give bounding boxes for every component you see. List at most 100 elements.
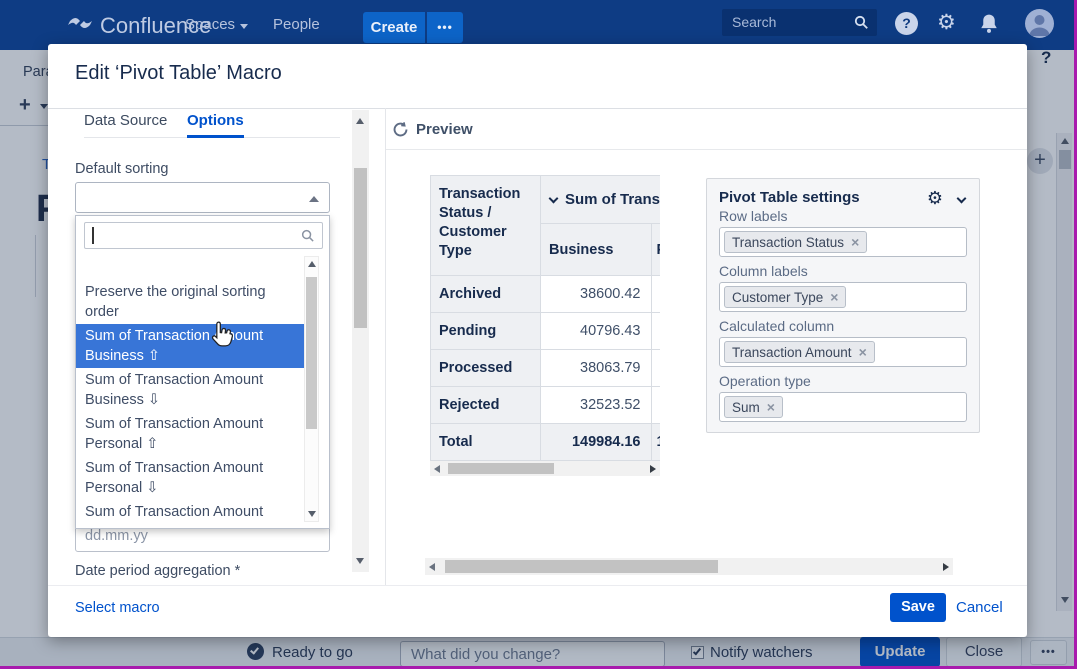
column-labels-field[interactable]: Customer Type bbox=[719, 282, 967, 312]
cell-value: 38600.42 bbox=[541, 276, 652, 313]
dropdown-scrollbar[interactable] bbox=[304, 256, 319, 522]
table-horizontal-scrollbar[interactable] bbox=[430, 461, 660, 476]
column-header-business: Business bbox=[541, 224, 652, 276]
collapse-icon bbox=[309, 196, 319, 202]
nav-spaces[interactable]: Spaces bbox=[185, 16, 248, 33]
search-icon[interactable] bbox=[854, 15, 869, 35]
row-label: Rejected bbox=[431, 387, 541, 424]
scrollbar-thumb[interactable] bbox=[306, 277, 317, 429]
pivot-table-container: Transaction Status / Customer Type Sum o… bbox=[430, 175, 660, 461]
scroll-down-icon[interactable] bbox=[356, 558, 364, 564]
cell-value: 32523.52 bbox=[541, 387, 652, 424]
gear-icon[interactable]: ⚙ bbox=[937, 11, 956, 35]
footer-divider bbox=[48, 585, 1027, 586]
nav-people[interactable]: People bbox=[273, 16, 320, 33]
table-row: Rejected 32523.52 bbox=[431, 387, 661, 424]
create-button[interactable]: Create bbox=[363, 12, 425, 43]
remove-tag-icon[interactable] bbox=[851, 235, 859, 249]
dropdown-option[interactable]: Sum of Transaction Amount bbox=[76, 500, 304, 524]
scroll-left-icon[interactable] bbox=[429, 563, 435, 571]
table-row: Pending 40796.43 bbox=[431, 313, 661, 350]
dropdown-option-list: Preserve the original sorting order Sum … bbox=[76, 254, 304, 528]
column-labels-label: Column labels bbox=[719, 263, 967, 279]
calculated-column-label: Calculated column bbox=[719, 318, 967, 334]
row-label: Pending bbox=[431, 313, 541, 350]
total-value-partial: 1 bbox=[651, 424, 660, 461]
default-sorting-label: Default sorting bbox=[75, 161, 169, 177]
header-divider bbox=[48, 108, 1027, 109]
scroll-up-icon[interactable] bbox=[356, 118, 364, 124]
total-value: 149984.16 bbox=[541, 424, 652, 461]
confluence-logo-icon bbox=[68, 11, 92, 41]
notification-icon[interactable] bbox=[979, 13, 999, 40]
sorting-dropdown: Preserve the original sorting order Sum … bbox=[75, 215, 330, 529]
search-input[interactable] bbox=[732, 11, 847, 33]
calculated-column-field[interactable]: Transaction Amount bbox=[719, 337, 967, 367]
active-tab-underline bbox=[187, 135, 244, 138]
refresh-icon[interactable] bbox=[392, 121, 409, 143]
group-header[interactable]: Sum of Transaction Amount bbox=[541, 176, 661, 224]
tag-transaction-amount[interactable]: Transaction Amount bbox=[724, 341, 875, 363]
pivot-table: Transaction Status / Customer Type Sum o… bbox=[430, 175, 660, 461]
date-period-label: Date period aggregation * bbox=[75, 563, 240, 579]
pane-divider bbox=[385, 108, 386, 585]
dropdown-option[interactable]: Preserve the original sorting order bbox=[76, 280, 304, 324]
tag-customer-type[interactable]: Customer Type bbox=[724, 286, 846, 308]
preview-title: Preview bbox=[416, 121, 473, 138]
table-row: Processed 38063.79 bbox=[431, 350, 661, 387]
cell-value: 40796.43 bbox=[541, 313, 652, 350]
tab-options[interactable]: Options bbox=[187, 112, 244, 129]
row-label: Processed bbox=[431, 350, 541, 387]
chevron-down-icon bbox=[240, 24, 248, 29]
row-labels-label: Row labels bbox=[719, 208, 967, 224]
dropdown-option[interactable]: Sum of Transaction Amount Personal ⇧ bbox=[76, 412, 304, 456]
screen: Confluence Spaces People Create ••• ? ⚙ … bbox=[0, 0, 1077, 669]
dialog-title: Edit ‘Pivot Table’ Macro bbox=[75, 62, 282, 85]
search-icon bbox=[301, 229, 315, 248]
avatar[interactable] bbox=[1025, 9, 1054, 38]
scrollbar-thumb[interactable] bbox=[445, 560, 718, 573]
remove-tag-icon[interactable] bbox=[859, 345, 867, 359]
dropdown-option[interactable]: Sum of Transaction Amount Personal ⇩ bbox=[76, 456, 304, 500]
create-more-button[interactable]: ••• bbox=[427, 12, 463, 43]
corner-header: Transaction Status / Customer Type bbox=[431, 176, 541, 276]
cell-value: 38063.79 bbox=[541, 350, 652, 387]
remove-tag-icon[interactable] bbox=[830, 290, 838, 304]
scroll-right-icon[interactable] bbox=[943, 563, 949, 571]
tab-data-source[interactable]: Data Source bbox=[84, 112, 167, 129]
preview-horizontal-scrollbar[interactable] bbox=[425, 558, 953, 575]
scroll-up-icon[interactable] bbox=[308, 261, 316, 267]
default-sorting-select[interactable] bbox=[75, 182, 330, 213]
text-caret bbox=[92, 227, 94, 244]
search-box[interactable] bbox=[722, 9, 877, 36]
pivot-table-settings-panel: Pivot Table settings ⚙ Row labels Transa… bbox=[706, 178, 980, 433]
help-icon[interactable]: ? bbox=[895, 12, 918, 35]
scrollbar-thumb[interactable] bbox=[354, 168, 367, 328]
settings-gear-icon[interactable]: ⚙ bbox=[927, 188, 943, 209]
table-row: Archived 38600.42 bbox=[431, 276, 661, 313]
options-pane-scrollbar[interactable] bbox=[352, 110, 369, 572]
top-navbar: Confluence Spaces People Create ••• ? ⚙ bbox=[0, 0, 1077, 50]
dropdown-option[interactable] bbox=[76, 254, 304, 280]
edit-macro-dialog: Edit ‘Pivot Table’ Macro Data Source Opt… bbox=[48, 44, 1027, 637]
row-label: Archived bbox=[431, 276, 541, 313]
operation-type-field[interactable]: Sum bbox=[719, 392, 967, 422]
tag-transaction-status[interactable]: Transaction Status bbox=[724, 231, 867, 253]
scroll-left-icon[interactable] bbox=[434, 465, 440, 473]
scroll-down-icon[interactable] bbox=[308, 511, 316, 517]
row-labels-field[interactable]: Transaction Status bbox=[719, 227, 967, 257]
dropdown-option-selected[interactable]: Sum of Transaction Amount Business ⇧ bbox=[76, 324, 304, 368]
operation-type-label: Operation type bbox=[719, 373, 967, 389]
scrollbar-thumb[interactable] bbox=[448, 463, 554, 474]
save-button[interactable]: Save bbox=[890, 593, 946, 622]
chevron-down-icon bbox=[549, 194, 559, 204]
tag-sum[interactable]: Sum bbox=[724, 396, 783, 418]
total-label: Total bbox=[431, 424, 541, 461]
remove-tag-icon[interactable] bbox=[767, 400, 775, 414]
dropdown-option[interactable]: Sum of Transaction Amount Business ⇩ bbox=[76, 368, 304, 412]
dropdown-search-box[interactable] bbox=[84, 222, 323, 249]
cancel-button[interactable]: Cancel bbox=[956, 599, 1003, 616]
select-macro-link[interactable]: Select macro bbox=[75, 600, 160, 616]
scroll-right-icon[interactable] bbox=[650, 465, 656, 473]
mouse-cursor bbox=[210, 320, 234, 353]
